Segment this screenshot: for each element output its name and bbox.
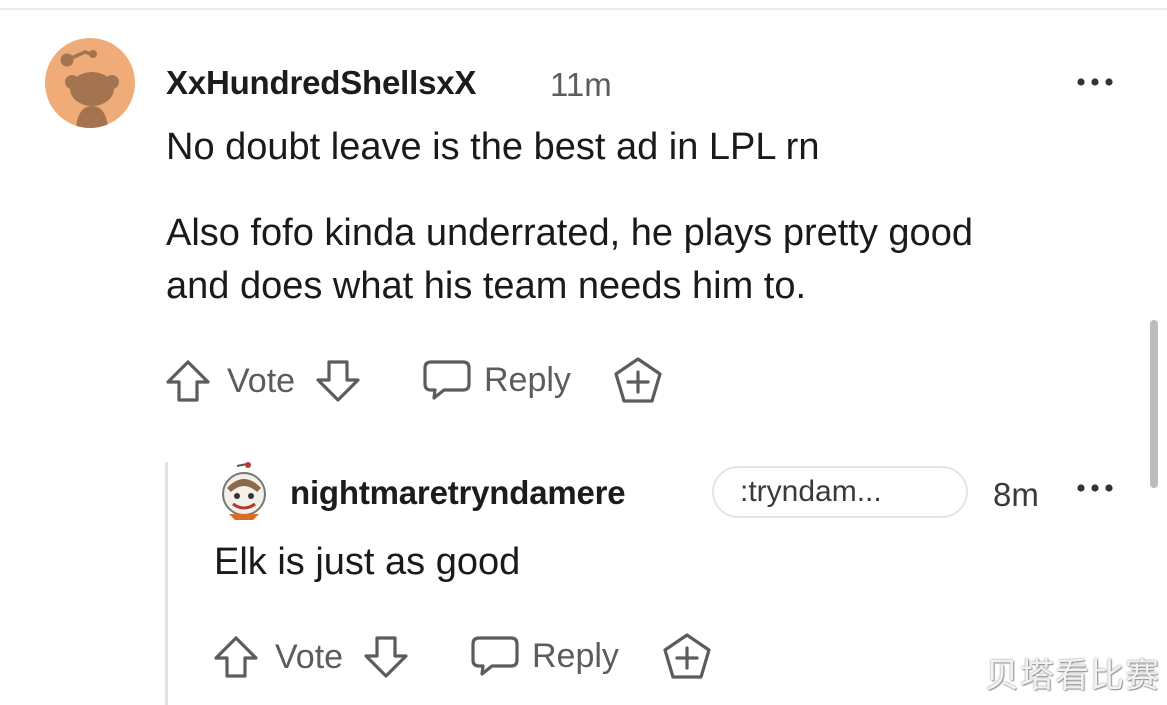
reply-text: Elk is just as good bbox=[214, 541, 521, 583]
more-dots-icon bbox=[1077, 484, 1113, 492]
comment-timestamp: 11m bbox=[550, 66, 612, 103]
comment-author[interactable]: XxHundredShellsxX bbox=[166, 64, 476, 102]
snoo-avatar-icon bbox=[60, 50, 119, 128]
reply-author[interactable]: nightmaretryndamere bbox=[290, 474, 626, 512]
watermark: 贝塔看比赛 bbox=[985, 656, 1160, 696]
downvote-arrow-icon bbox=[364, 636, 408, 678]
downvote-arrow-icon bbox=[316, 360, 360, 402]
upvote-button[interactable] bbox=[164, 358, 212, 404]
avatar[interactable] bbox=[217, 462, 271, 522]
thread-line[interactable] bbox=[165, 462, 168, 705]
downvote-button[interactable] bbox=[362, 634, 410, 680]
more-options-button[interactable] bbox=[1073, 62, 1117, 102]
upvote-arrow-icon bbox=[166, 360, 210, 402]
vote-label: Vote bbox=[227, 362, 296, 400]
top-divider bbox=[0, 8, 1167, 10]
award-plus-icon bbox=[663, 633, 711, 679]
award-plus-icon bbox=[614, 357, 662, 403]
award-button[interactable] bbox=[612, 356, 664, 404]
upvote-button[interactable] bbox=[212, 634, 260, 680]
award-button[interactable] bbox=[661, 632, 713, 680]
speech-bubble-icon bbox=[423, 360, 471, 400]
reply-label: Reply bbox=[532, 636, 619, 675]
comment-paragraph: and does what his team needs him to. bbox=[166, 265, 807, 307]
vote-label: Vote bbox=[275, 638, 344, 676]
speech-bubble-icon bbox=[471, 636, 519, 676]
comment-paragraph: Also fofo kinda underrated, he plays pre… bbox=[166, 212, 973, 254]
reply-timestamp: 8m bbox=[993, 476, 1039, 513]
user-flair: :tryndam... bbox=[712, 466, 968, 518]
more-options-button[interactable] bbox=[1073, 470, 1117, 506]
avatar[interactable] bbox=[45, 38, 135, 128]
more-dots-icon bbox=[1077, 78, 1113, 86]
reply-button[interactable]: Reply bbox=[422, 358, 571, 402]
scrollbar[interactable] bbox=[1150, 320, 1158, 488]
reply-label: Reply bbox=[484, 360, 571, 399]
upvote-arrow-icon bbox=[214, 636, 258, 678]
downvote-button[interactable] bbox=[314, 358, 362, 404]
reply-button[interactable]: Reply bbox=[470, 634, 619, 678]
comment-paragraph: No doubt leave is the best ad in LPL rn bbox=[166, 126, 820, 168]
snoo-avatar-icon bbox=[222, 462, 266, 520]
